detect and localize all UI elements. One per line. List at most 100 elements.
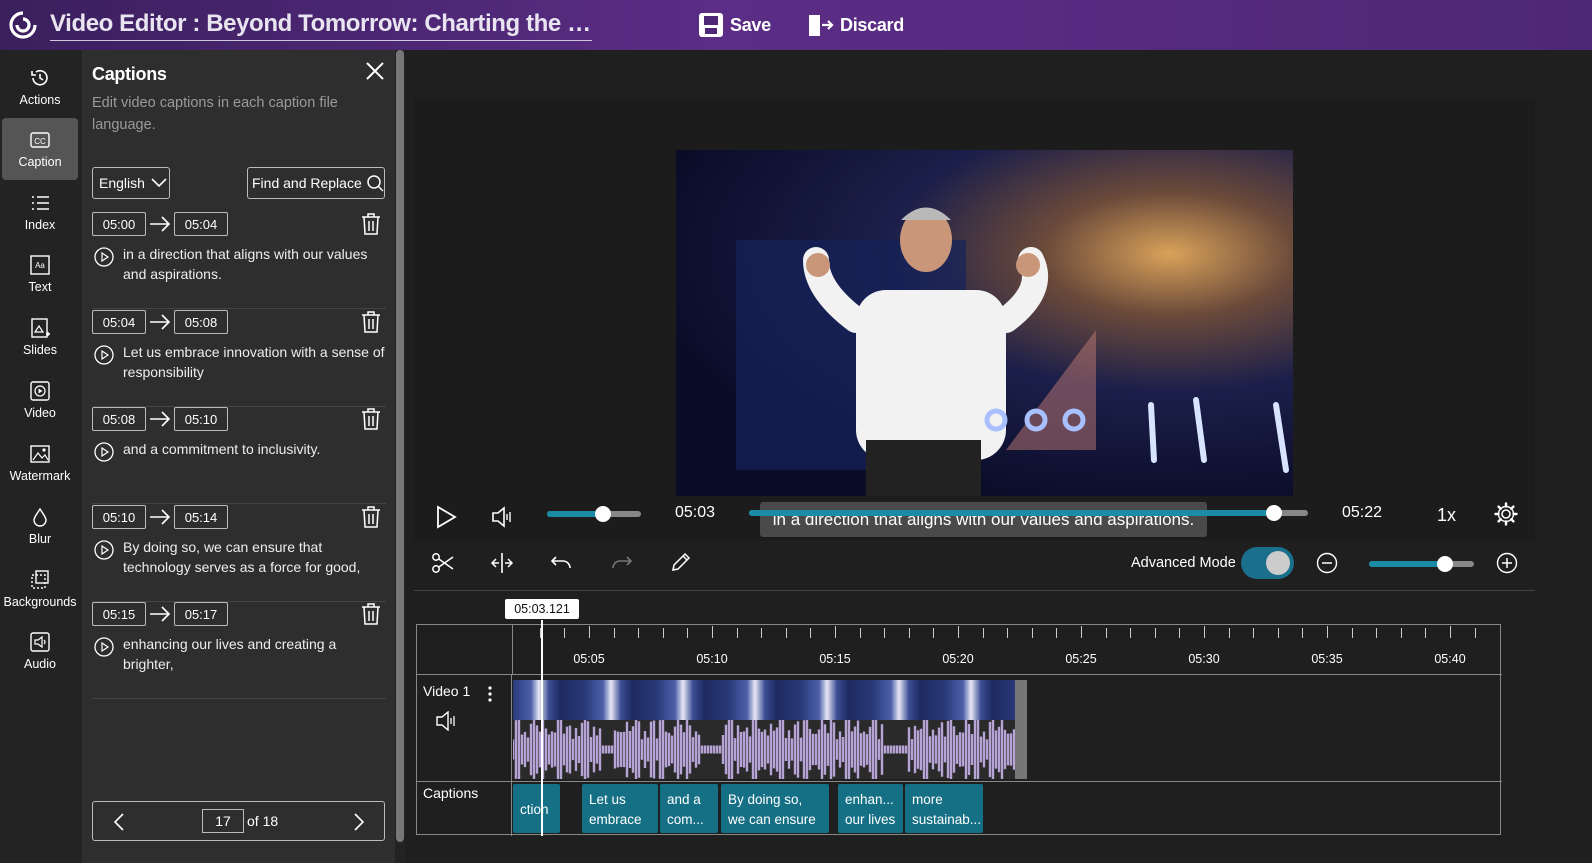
caption-clip[interactable]: ction [513,784,560,833]
ruler-tick [1179,628,1181,638]
save-button[interactable]: Save [698,10,771,40]
nav-item-blur[interactable]: Blur [2,495,78,557]
caption-clip-line: we can ensure [728,812,816,827]
play-circle-icon[interactable] [94,247,114,267]
nav-item-audio[interactable]: Audio [2,620,78,682]
caption-end-time[interactable]: 05:14 [174,505,228,529]
caption-start-time[interactable]: 05:04 [92,310,146,334]
caption-start-time[interactable]: 05:10 [92,505,146,529]
zoom-out-icon[interactable] [1316,552,1338,574]
seek-bar[interactable] [749,505,1308,521]
settings-gear-icon[interactable] [1494,502,1518,526]
advanced-mode-toggle[interactable] [1241,547,1294,579]
scissors-icon[interactable] [431,552,455,574]
page-number-input[interactable]: 17 [202,809,244,833]
caption-end-time[interactable]: 05:17 [174,602,228,626]
video-preview[interactable] [676,150,1293,496]
discard-button[interactable]: Discard [808,10,904,40]
app-logo-icon[interactable] [7,10,39,40]
caption-clip-line: enhan... [845,792,894,807]
ruler-label: 05:25 [1065,652,1097,666]
caption-text[interactable]: in a direction that aligns with our valu… [123,244,388,284]
undo-icon[interactable] [549,553,573,573]
caption-start-time[interactable]: 05:08 [92,407,146,431]
caption-clip[interactable]: Let us embrace [582,784,658,833]
caption-clip[interactable]: enhan... our lives [838,784,903,833]
caption-end-time[interactable]: 05:10 [174,407,228,431]
nav-item-actions[interactable]: Actions [2,56,78,118]
play-icon[interactable] [435,505,457,529]
caption-end-time[interactable]: 05:04 [174,212,228,236]
ruler-tick [908,628,910,638]
ruler-tick [1154,628,1156,638]
chevron-right-icon[interactable] [353,812,365,832]
caption-end-time[interactable]: 05:08 [174,310,228,334]
video-icon [29,380,51,402]
pencil-icon[interactable] [670,551,692,573]
ruler-tick [1031,628,1033,638]
nav-item-backgrounds[interactable]: Backgrounds [2,558,78,620]
track-mute-icon[interactable] [435,711,459,731]
ruler-tick [638,628,640,638]
caption-clip-line: and a [667,792,701,807]
nav-item-text[interactable]: Aa Text [2,243,78,305]
ruler-tick [982,628,984,638]
play-circle-icon[interactable] [94,442,114,462]
panel-scrollbar[interactable] [396,50,404,842]
play-circle-icon[interactable] [94,540,114,560]
video-track: Video 1 [417,674,1502,781]
timeline-ruler[interactable]: 05:05 05:10 05:15 05:20 05:25 05:30 05:35 05:40 [512,625,1501,674]
zoom-slider[interactable] [1369,556,1474,572]
trash-icon[interactable] [360,505,382,529]
nav-item-index[interactable]: Index [2,181,78,243]
caption-text[interactable]: enhancing our lives and creating a brigh… [123,634,388,674]
find-replace-button[interactable]: Find and Replace [247,167,385,199]
play-circle-icon[interactable] [94,637,114,657]
ruler-label: 05:40 [1434,652,1466,666]
nav-item-watermark[interactable]: Watermark [2,432,78,494]
language-select[interactable]: English [92,167,170,199]
trash-icon[interactable] [360,407,382,431]
split-icon[interactable] [490,552,514,574]
playhead[interactable] [541,620,543,836]
top-bar: Video Editor : Beyond Tomorrow: Charting… [0,0,1592,50]
video-subtitle: in a direction that aligns with our valu… [760,502,1207,537]
caption-clip[interactable]: more sustainab... [905,784,983,833]
volume-icon[interactable] [491,506,515,528]
ruler-tick [1351,628,1353,638]
volume-slider[interactable] [547,506,641,522]
trash-icon[interactable] [360,310,382,334]
ruler-tick [1474,628,1476,638]
nav-label: Text [28,280,52,294]
ruler-tick [1056,628,1058,638]
redo-icon[interactable] [610,553,634,573]
caption-start-time[interactable]: 05:15 [92,602,146,626]
ruler-tick [785,628,787,638]
playback-speed[interactable]: 1x [1437,505,1456,526]
zoom-in-icon[interactable] [1496,552,1518,574]
nav-item-video[interactable]: Video [2,369,78,431]
caption-clip-line: sustainab... [912,812,982,827]
language-value: English [99,175,145,191]
nav-item-caption[interactable]: CC Caption [2,118,78,180]
chevron-left-icon[interactable] [113,812,125,832]
trash-icon[interactable] [360,602,382,626]
caption-text[interactable]: and a commitment to inclusivity. [123,439,388,459]
caption-clip[interactable]: By doing so, we can ensure [721,784,829,833]
caption-text[interactable]: Let us embrace innovation with a sense o… [123,342,388,382]
video-clip[interactable] [513,680,1027,779]
trash-icon[interactable] [360,212,382,236]
caption-clip[interactable]: and a com... [660,784,718,833]
ruler-tick [1081,626,1082,638]
captions-track-header: Captions [417,782,512,836]
svg-text:CC: CC [34,137,46,146]
play-circle-icon[interactable] [94,345,114,365]
arrow-right-icon [148,409,172,429]
nav-label: Actions [19,93,61,107]
caption-start-time[interactable]: 05:00 [92,212,146,236]
close-icon[interactable] [364,60,386,82]
waveform-path [513,720,1015,779]
more-vertical-icon[interactable] [487,685,493,703]
nav-item-slides[interactable]: Slides [2,306,78,368]
caption-text[interactable]: By doing so, we can ensure that technolo… [123,537,388,577]
